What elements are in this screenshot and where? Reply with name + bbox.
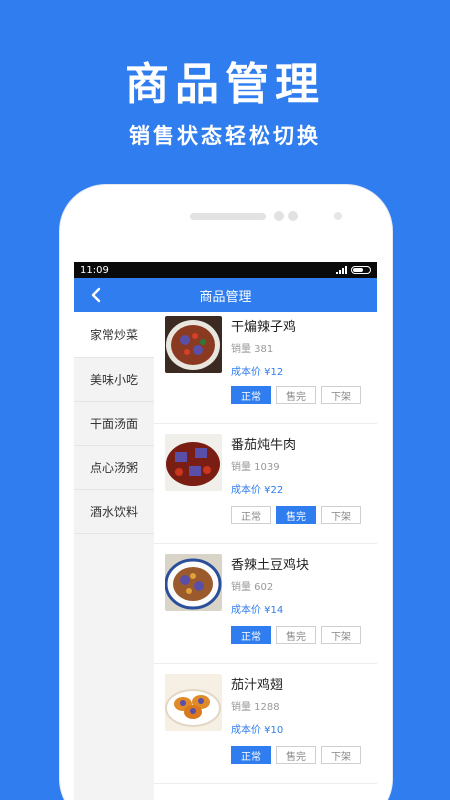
status-soldout-button[interactable]: 售完 [276, 506, 316, 524]
phone-screen: 11:09 商品管理 家常炒菜 美味小吃 干面汤面 点心汤粥 酒水饮料 干煸辣子… [74, 262, 377, 800]
dish-image [165, 674, 222, 731]
goods-cost: 成本价 ¥10 [231, 725, 284, 736]
goods-item[interactable]: 干煸辣子鸡 销量 381 成本价 ¥12 正常 售完 下架 [154, 312, 377, 424]
status-offshelf-button[interactable]: 下架 [321, 506, 361, 524]
goods-cost: 成本价 ¥22 [231, 485, 284, 496]
phone-camera [288, 211, 298, 221]
status-normal-button[interactable]: 正常 [231, 746, 271, 764]
category-item[interactable]: 干面汤面 [74, 402, 154, 446]
status-buttons: 正常 售完 下架 [231, 386, 361, 404]
goods-sales: 销量 602 [231, 582, 274, 593]
phone-frame: 11:09 商品管理 家常炒菜 美味小吃 干面汤面 点心汤粥 酒水饮料 干煸辣子… [60, 185, 392, 800]
dish-image [165, 434, 222, 491]
status-buttons: 正常 售完 下架 [231, 506, 361, 524]
status-offshelf-button[interactable]: 下架 [321, 386, 361, 404]
category-label: 酒水饮料 [89, 505, 138, 519]
status-time: 11:09 [80, 264, 109, 276]
category-label: 干面汤面 [89, 417, 138, 431]
goods-cost: 成本价 ¥14 [231, 605, 284, 616]
promo-subtitle: 销售状态轻松切换 [129, 124, 321, 148]
goods-name: 香辣土豆鸡块 [231, 558, 310, 573]
dish-image [165, 554, 222, 611]
goods-name: 番茄炖牛肉 [231, 438, 297, 453]
category-item[interactable]: 家常炒菜 [74, 312, 154, 358]
status-icons [336, 266, 371, 274]
goods-item[interactable]: 茄汁鸡翅 销量 1288 成本价 ¥10 正常 售完 下架 [154, 664, 377, 784]
status-offshelf-button[interactable]: 下架 [321, 746, 361, 764]
back-icon[interactable] [88, 286, 106, 304]
goods-list: 干煸辣子鸡 销量 381 成本价 ¥12 正常 售完 下架 番茄炖牛肉 销量 1… [154, 312, 377, 800]
goods-sales: 销量 381 [231, 344, 274, 355]
nav-bar: 商品管理 [74, 278, 377, 312]
status-normal-button[interactable]: 正常 [231, 386, 271, 404]
category-list: 家常炒菜 美味小吃 干面汤面 点心汤粥 酒水饮料 [74, 312, 154, 800]
goods-name: 干煸辣子鸡 [231, 320, 297, 335]
status-soldout-button[interactable]: 售完 [276, 386, 316, 404]
category-item[interactable]: 酒水饮料 [74, 490, 154, 534]
status-soldout-button[interactable]: 售完 [276, 746, 316, 764]
dish-image [165, 316, 222, 373]
status-normal-button[interactable]: 正常 [231, 506, 271, 524]
phone-sensor [334, 212, 342, 220]
category-label: 美味小吃 [89, 373, 138, 387]
status-buttons: 正常 售完 下架 [231, 626, 361, 644]
battery-icon [351, 266, 371, 274]
signal-icon [336, 266, 347, 274]
status-buttons: 正常 售完 下架 [231, 746, 361, 764]
status-offshelf-button[interactable]: 下架 [321, 626, 361, 644]
goods-item[interactable]: 香辣土豆鸡块 销量 602 成本价 ¥14 正常 售完 下架 [154, 544, 377, 664]
page-title: 商品管理 [199, 289, 252, 305]
category-item[interactable]: 美味小吃 [74, 358, 154, 402]
status-bar: 11:09 [74, 262, 377, 278]
content-body: 家常炒菜 美味小吃 干面汤面 点心汤粥 酒水饮料 干煸辣子鸡 销量 381 成本… [74, 312, 377, 800]
status-soldout-button[interactable]: 售完 [276, 626, 316, 644]
category-label: 家常炒菜 [89, 328, 138, 342]
goods-sales: 销量 1288 [231, 702, 280, 713]
phone-speaker [190, 213, 266, 220]
goods-item[interactable]: 番茄炖牛肉 销量 1039 成本价 ¥22 正常 售完 下架 [154, 424, 377, 544]
goods-cost: 成本价 ¥12 [231, 367, 284, 378]
promo-title: 商品管理 [125, 59, 325, 110]
goods-name: 茄汁鸡翅 [231, 678, 284, 693]
category-item[interactable]: 点心汤粥 [74, 446, 154, 490]
goods-sales: 销量 1039 [231, 462, 280, 473]
phone-camera [274, 211, 284, 221]
status-normal-button[interactable]: 正常 [231, 626, 271, 644]
category-label: 点心汤粥 [89, 461, 138, 475]
